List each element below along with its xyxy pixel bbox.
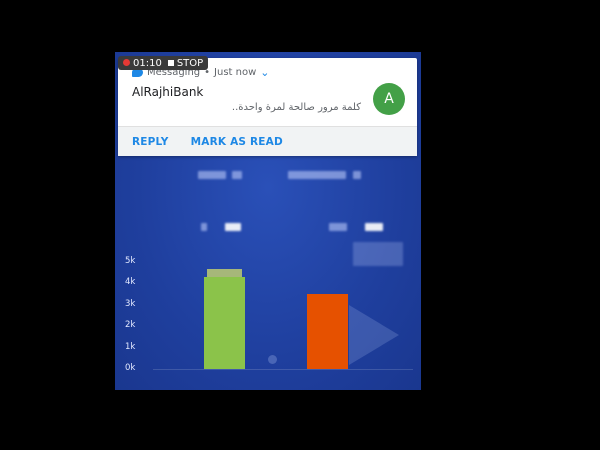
blurred-value-right-b: [365, 223, 383, 231]
chevron-down-icon[interactable]: ⌄: [260, 66, 269, 79]
timestamp: Just now: [214, 67, 257, 78]
notification-card[interactable]: Messaging • Just now ⌄ AlRajhiBank كلمة …: [118, 58, 417, 156]
bar-chart: 0k 1k 2k 3k 4k 5k: [115, 240, 421, 390]
sender-name: AlRajhiBank: [132, 85, 204, 99]
record-dot-icon: [123, 58, 130, 66]
y-tick-label: 5k: [125, 256, 136, 266]
blurred-label-right: [288, 171, 346, 179]
blurred-value-left-b: [201, 223, 207, 231]
y-tick-label: 4k: [125, 277, 136, 288]
stop-icon: [167, 59, 174, 66]
stop-label: STOP: [176, 57, 204, 69]
message-preview: كلمة مرور صالحة لمرة واحدة..: [231, 102, 361, 113]
y-tick-label: 2k: [125, 320, 136, 331]
blurred-label-right-b: [353, 171, 361, 179]
y-tick-label: 0k: [125, 363, 136, 373]
reply-button[interactable]: REPLY: [132, 136, 169, 148]
y-tick-label: 1k: [125, 341, 136, 352]
blurred-value-left: [225, 223, 241, 231]
screen-recording-indicator[interactable]: 01:10 STOP: [118, 56, 209, 70]
mark-as-read-button[interactable]: MARK AS READ: [191, 136, 283, 148]
chart-bar: [307, 294, 348, 369]
blurred-label-left-b: [232, 171, 242, 179]
bar-highlight: [207, 268, 242, 277]
stop-button[interactable]: STOP: [167, 57, 204, 69]
x-axis-line: [153, 369, 413, 370]
blurred-value-right: [329, 223, 347, 231]
recording-time: 01:10: [133, 57, 162, 69]
blurred-label-left: [198, 171, 226, 179]
avatar: A: [373, 83, 405, 115]
chart-bar: [204, 276, 245, 369]
notification-actions: REPLY MARK AS READ: [118, 126, 417, 156]
y-tick-label: 3k: [125, 298, 136, 309]
